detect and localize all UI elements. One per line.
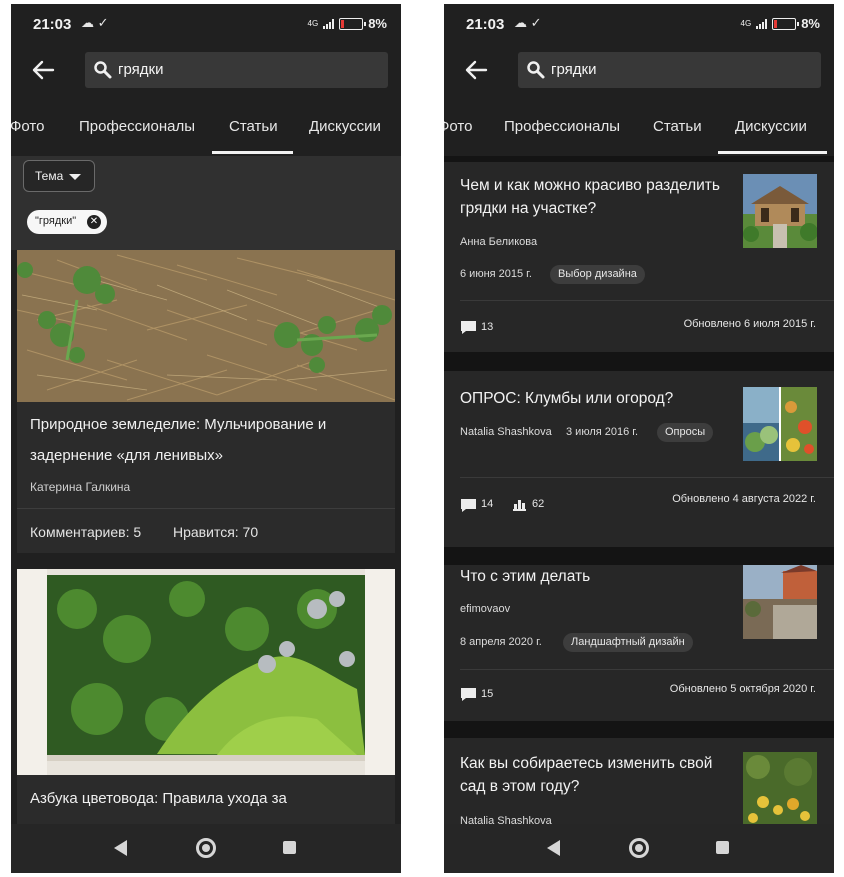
back-arrow-icon[interactable] [29,56,57,84]
discussion-thumbnail [743,752,817,824]
article-title[interactable]: Азбука цветовода: Правила ухода за [30,783,385,814]
tab-professionals[interactable]: Профессионалы [504,118,620,135]
active-tab-indicator [212,151,293,154]
battery-percent: 8% [801,16,820,31]
battery-icon [339,17,367,30]
topic-dropdown[interactable]: Тема [23,160,95,192]
discussion-card[interactable]: Как вы собираетесь изменить свой сад в э… [444,738,834,824]
caret-down-icon [69,174,81,180]
network-type: 4G [307,18,319,28]
discussion-author[interactable]: Natalia Shashkova [460,426,552,438]
back-arrow-icon[interactable] [462,56,490,84]
discussion-card[interactable]: ОПРОС: Клумбы или огород? Natalia Shashk… [444,371,834,547]
nav-home-icon[interactable] [196,838,216,858]
article-photo-mulch [17,250,395,402]
comments-count: 14 [481,498,494,510]
discussion-tag[interactable]: Ландшафтный дизайн [563,633,693,652]
battery-icon [772,17,800,30]
tab-bar: Фото Профессионалы Статьи Дискуссии [444,104,834,156]
tab-articles[interactable]: Статьи [653,118,702,135]
status-bar: 21:03 ☁ ✓ 4G 8% [11,4,401,44]
nav-back-icon[interactable] [114,840,127,856]
system-nav-bar [11,824,401,873]
comment-icon [461,688,476,701]
discussion-title[interactable]: Что с этим делать [460,565,730,588]
updated-date: Обновлено 4 августа 2022 г. [672,493,816,505]
nav-home-icon[interactable] [629,838,649,858]
discussion-card[interactable]: Чем и как можно красиво разделить грядки… [444,162,834,352]
system-nav-bar [444,824,834,873]
network-type: 4G [740,18,752,28]
divider [17,508,395,509]
discussion-author[interactable]: Анна Беликова [460,236,537,248]
signal-icon [756,18,768,29]
comment-icon [461,499,476,512]
signal-icon [323,18,335,29]
article-card[interactable]: Азбука цветовода: Правила ухода за [17,569,395,824]
discussion-thumbnail [743,174,817,248]
tab-discussions[interactable]: Дискуссии [735,118,807,135]
article-title[interactable]: Природное земледелие: Мульчирование и за… [30,409,385,471]
divider [460,477,834,478]
status-time: 21:03 [33,16,72,33]
filter-chip[interactable]: "грядки" ✕ [27,210,107,234]
close-icon[interactable]: ✕ [87,215,101,229]
phone-screen-articles: 21:03 ☁ ✓ 4G 8% грядки Фото Профессионал… [11,4,401,873]
updated-date: Обновлено 6 июля 2015 г. [683,318,816,330]
topic-dropdown-label: Тема [35,169,64,183]
divider [460,300,834,301]
nav-back-icon[interactable] [547,840,560,856]
tab-articles[interactable]: Статьи [229,118,278,135]
discussion-tag[interactable]: Опросы [657,423,714,442]
updated-date: Обновлено 5 октября 2020 г. [669,683,816,695]
votes-count: 62 [532,498,545,510]
comment-icon [461,321,476,334]
phone-screen-discussions: 21:03 ☁ ✓ 4G 8% грядки Фото Профессионал… [444,4,834,873]
discussion-title[interactable]: ОПРОС: Клумбы или огород? [460,387,730,410]
discussion-list: Чем и как можно красиво разделить грядки… [444,156,834,824]
discussion-thumbnail [743,565,817,639]
article-author[interactable]: Катерина Галкина [30,480,130,494]
battery-percent: 8% [368,16,387,31]
comments-count: 13 [481,321,494,333]
filter-panel: Тема "грядки" ✕ [11,156,401,250]
article-card[interactable]: Природное земледелие: Мульчирование и за… [17,250,395,553]
active-tab-indicator [718,151,827,154]
tab-bar: Фото Профессионалы Статьи Дискуссии [11,104,401,156]
discussion-author[interactable]: efimovaov [460,603,510,615]
tab-photos[interactable]: Фото [11,118,44,135]
article-comments-count: Комментариев: 5 [30,524,142,540]
discussion-title[interactable]: Чем и как можно красиво разделить грядки… [460,174,730,220]
cloud-check-icon: ☁ ✓ [81,15,109,30]
comments-count: 15 [481,688,494,700]
search-input[interactable]: грядки [85,52,388,88]
search-query: грядки [551,61,597,78]
status-time: 21:03 [466,16,505,33]
discussion-date: 3 июля 2016 г. [566,426,639,438]
search-input[interactable]: грядки [518,52,821,88]
poll-icon [513,500,526,511]
discussion-author[interactable]: Natalia Shashkova [460,815,552,824]
search-icon [94,61,112,79]
filter-chip-label: "грядки" [35,215,77,227]
divider [460,669,834,670]
discussion-tag[interactable]: Выбор дизайна [550,265,645,284]
discussion-date: 6 июня 2015 г. [460,268,532,280]
nav-recents-icon[interactable] [283,841,296,854]
status-bar: 21:03 ☁ ✓ 4G 8% [444,4,834,44]
discussion-thumbnail [743,387,817,461]
article-photo-green-wall [17,569,395,775]
article-likes-count: Нравится: 70 [173,524,259,540]
discussion-card[interactable]: Что с этим делать efimovaov 8 апреля 202… [444,565,834,721]
nav-recents-icon[interactable] [716,841,729,854]
cloud-check-icon: ☁ ✓ [514,15,542,30]
discussion-date: 8 апреля 2020 г. [460,636,542,648]
tab-discussions[interactable]: Дискуссии [309,118,381,135]
discussion-title[interactable]: Как вы собираетесь изменить свой сад в э… [460,752,730,798]
search-query: грядки [118,61,164,78]
tab-photos[interactable]: Фото [444,118,472,135]
tab-professionals[interactable]: Профессионалы [79,118,195,135]
search-icon [527,61,545,79]
